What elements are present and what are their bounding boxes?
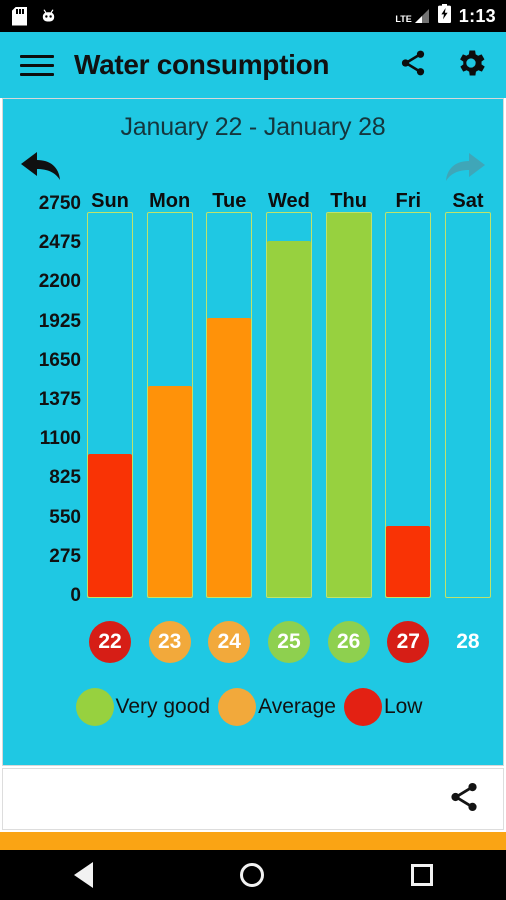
- bottom-share-bar: [2, 768, 504, 830]
- chart-legend: Very good Average Low: [3, 688, 503, 726]
- date-cell[interactable]: 23: [147, 621, 193, 663]
- y-axis-tick: 0: [70, 585, 81, 606]
- legend-label: Very good: [115, 695, 211, 718]
- recents-button[interactable]: [410, 864, 433, 886]
- legend-item: Very good: [75, 688, 219, 726]
- date-cell[interactable]: 22: [87, 621, 133, 663]
- date-cell[interactable]: 28: [445, 621, 491, 663]
- weekly-bar-chart: 2750 2475 2200 1925 1650 1375 1100 825 550 275 0 S…: [9, 190, 495, 610]
- bar[interactable]: [386, 525, 431, 597]
- y-axis-tick: 1100: [39, 428, 81, 450]
- date-badge: 24: [208, 621, 251, 663]
- y-axis-tick: 275: [49, 545, 81, 567]
- bar[interactable]: [147, 386, 192, 597]
- system-navigation-bar: [0, 850, 506, 900]
- day-label: Tue: [212, 190, 247, 212]
- legend-swatch: [218, 688, 257, 726]
- day-label: Wed: [268, 190, 310, 212]
- chart-column[interactable]: Thu: [325, 190, 372, 610]
- day-label: Fri: [395, 190, 422, 212]
- date-circles-row: 22 23 24 25 26 27 28: [87, 614, 491, 670]
- bar[interactable]: [88, 453, 132, 597]
- gear-icon[interactable]: [454, 46, 488, 85]
- chart-card: January 22 - January 28 2750 2475 2200 1925…: [2, 98, 504, 766]
- y-axis-tick: 2200: [38, 271, 81, 293]
- app-bar-actions: [398, 46, 488, 85]
- next-week-arrow-icon[interactable]: [443, 150, 489, 189]
- y-axis-tick: 550: [49, 506, 81, 528]
- bar[interactable]: [266, 240, 311, 597]
- date-cell[interactable]: 25: [266, 621, 312, 663]
- date-badge: 27: [387, 621, 430, 663]
- app-bar: Water consumption: [0, 32, 506, 98]
- chart-column[interactable]: Mon: [146, 190, 193, 610]
- sd-card-icon: [12, 7, 27, 26]
- date-cell[interactable]: 27: [385, 621, 431, 663]
- date-label: 28: [456, 630, 480, 653]
- android-head-icon: [40, 8, 57, 25]
- chart-column[interactable]: Tue: [206, 190, 253, 610]
- home-button[interactable]: [239, 863, 264, 887]
- bar-track: [87, 212, 133, 598]
- date-badge: 22: [89, 621, 131, 663]
- bar[interactable]: [326, 213, 371, 597]
- page-title: Water consumption: [74, 49, 330, 80]
- back-button[interactable]: [73, 862, 93, 888]
- week-navigation: [3, 146, 503, 190]
- menu-line: [20, 72, 54, 76]
- legend-label: Average: [258, 695, 336, 718]
- bar-track: [206, 212, 253, 598]
- bar-track: [325, 212, 372, 598]
- legend-item: Low: [343, 688, 431, 726]
- y-axis-tick: 2475: [38, 232, 81, 254]
- date-badge: 26: [327, 621, 370, 663]
- legend-label: Low: [383, 695, 423, 718]
- menu-line: [20, 63, 54, 67]
- status-bar: LTE 1:13: [0, 0, 506, 32]
- bar-track: [385, 212, 432, 598]
- previous-week-arrow-icon[interactable]: [17, 148, 63, 189]
- status-bar-right-icons: LTE 1:13: [395, 4, 496, 28]
- bar-track: [146, 212, 193, 598]
- lte-signal-icon: LTE: [395, 8, 429, 24]
- y-axis-tick: 1925: [38, 310, 81, 332]
- bar[interactable]: [207, 317, 252, 597]
- lte-label: LTE: [395, 14, 412, 24]
- chart-column[interactable]: Fri: [385, 190, 432, 610]
- day-label: Sat: [452, 190, 484, 212]
- date-range-title: January 22 - January 28: [120, 113, 386, 141]
- date-badge: 23: [148, 621, 191, 663]
- date-cell[interactable]: 26: [326, 621, 372, 663]
- day-label: Sun: [91, 190, 129, 212]
- battery-charging-icon: [437, 4, 451, 28]
- legend-item: Average: [218, 688, 344, 726]
- chart-column[interactable]: Wed: [265, 190, 312, 610]
- y-axis-tick: 1650: [38, 349, 81, 371]
- date-badge: 25: [267, 621, 310, 663]
- y-axis-tick: 825: [49, 467, 81, 489]
- status-bar-left-icons: [12, 7, 57, 26]
- day-label: Thu: [330, 190, 367, 212]
- chart-column[interactable]: Sun: [87, 190, 133, 610]
- y-axis-tick: 1375: [38, 389, 81, 410]
- y-axis: 2750 2475 2200 1925 1650 1375 1100 825 550 275 0: [9, 193, 81, 606]
- phone-screen: LTE 1:13 Water consumption January 22 - …: [0, 0, 506, 900]
- share-icon[interactable]: [447, 780, 481, 819]
- date-cell[interactable]: 24: [206, 621, 252, 663]
- day-label: Mon: [149, 190, 191, 212]
- hamburger-menu-icon[interactable]: [20, 52, 54, 78]
- status-bar-clock: 1:13: [458, 5, 496, 26]
- legend-swatch: [75, 688, 114, 726]
- y-axis-tick: 2750: [38, 193, 81, 214]
- share-icon[interactable]: [398, 48, 428, 83]
- ad-strip: [0, 832, 506, 850]
- legend-swatch: [343, 688, 382, 726]
- plot-area: Sun Mon Tue Wed Thu Fri Sat: [87, 190, 491, 610]
- menu-line: [20, 54, 54, 58]
- chart-column[interactable]: Sat: [444, 190, 491, 610]
- bar-track: [444, 212, 491, 598]
- bar-track: [265, 212, 312, 598]
